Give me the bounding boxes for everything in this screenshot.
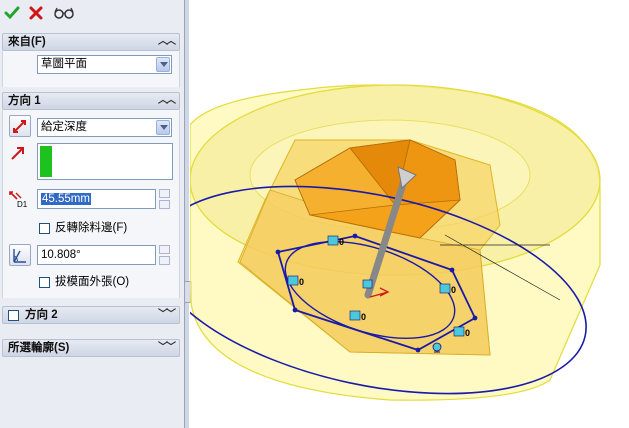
depth-value: 45.55mm: [41, 193, 91, 205]
from-select-value: 草圖平面: [41, 58, 87, 70]
from-select[interactable]: 草圖平面: [37, 55, 172, 74]
direction1-section-header[interactable]: 方向 1 ︿︿: [2, 92, 180, 110]
direction1-section-title: 方向 1: [8, 95, 41, 107]
from-section-body: 草圖平面: [2, 51, 180, 87]
direction2-section-header[interactable]: 方向 2 ﹀﹀: [2, 306, 180, 324]
draft-outward-label: 拔模面外張(O): [55, 276, 130, 288]
draft-angle-input[interactable]: 10.808°: [37, 245, 156, 265]
detailed-preview-button[interactable]: [53, 4, 75, 22]
draft-toggle-button[interactable]: [9, 244, 31, 266]
panel-splitter[interactable]: [185, 0, 189, 428]
spin-down-button[interactable]: [159, 256, 170, 265]
direction2-checkbox[interactable]: [8, 310, 19, 321]
reverse-direction-button[interactable]: [9, 115, 31, 137]
draft-angle-spinner[interactable]: [159, 245, 170, 265]
relation-label: 0: [465, 328, 470, 338]
selected-contours-title: 所選輪廓(S): [8, 342, 70, 354]
relation-label: 0: [299, 277, 304, 287]
depth-input[interactable]: 45.55mm: [37, 189, 156, 209]
graphics-viewport[interactable]: 0 0 0 0 0: [190, 0, 629, 428]
depth-icon-label: D1: [17, 200, 28, 209]
relation-label: 0: [339, 237, 344, 247]
close-icon: [29, 6, 43, 20]
spin-up-button[interactable]: [159, 189, 170, 198]
expand-chevron-icon: ﹀﹀: [158, 309, 176, 320]
dropdown-arrow-icon: [156, 57, 170, 72]
direction-vector-icon: [11, 147, 24, 160]
flip-side-to-cut-label: 反轉除料邊(F): [55, 222, 128, 234]
end-condition-value: 給定深度: [41, 121, 87, 133]
flip-side-to-cut-checkbox[interactable]: [39, 223, 50, 234]
spin-up-button[interactable]: [159, 245, 170, 254]
from-section-header[interactable]: 來自(F) ︿︿: [2, 33, 180, 51]
property-manager-panel: 來自(F) ︿︿ 草圖平面 方向 1 ︿︿ 給定深度 D1 45.55mm 反轉…: [0, 0, 185, 428]
spin-down-button[interactable]: [159, 200, 170, 209]
expand-chevron-icon: ﹀﹀: [158, 342, 176, 353]
relation-label: 0: [361, 312, 366, 322]
glasses-icon: [54, 7, 74, 19]
collapse-chevron-icon: ︿︿: [158, 36, 176, 47]
draft-angle-icon: [13, 249, 26, 263]
ok-button[interactable]: [3, 4, 21, 22]
direction1-section-body: 給定深度 D1 45.55mm 反轉除料邊(F) 10.808° 拔模面外張(O…: [2, 110, 180, 298]
selection-color-swatch: [40, 146, 52, 177]
relation-label: 0: [451, 285, 456, 295]
selected-contours-section-header[interactable]: 所選輪廓(S) ﹀﹀: [2, 339, 180, 357]
cancel-button[interactable]: [27, 4, 45, 22]
draft-angle-value: 10.808°: [41, 249, 81, 261]
draft-outward-checkbox[interactable]: [39, 277, 50, 288]
check-icon: [4, 6, 20, 20]
property-manager-toolbar: [0, 0, 185, 28]
depth-spinner[interactable]: [159, 189, 170, 209]
from-section-title: 來自(F): [8, 36, 46, 48]
depth-dimension-icon: D1: [9, 191, 28, 209]
reverse-direction-icon: [13, 120, 26, 133]
collapse-chevron-icon: ︿︿: [158, 95, 176, 106]
end-condition-select[interactable]: 給定深度: [37, 118, 172, 137]
direction-reference-selection-box[interactable]: [37, 143, 173, 180]
cut-extrude-window: 來自(F) ︿︿ 草圖平面 方向 1 ︿︿ 給定深度 D1 45.55mm 反轉…: [0, 0, 629, 428]
direction2-section-title: 方向 2: [25, 309, 58, 321]
dropdown-arrow-icon: [156, 120, 170, 135]
